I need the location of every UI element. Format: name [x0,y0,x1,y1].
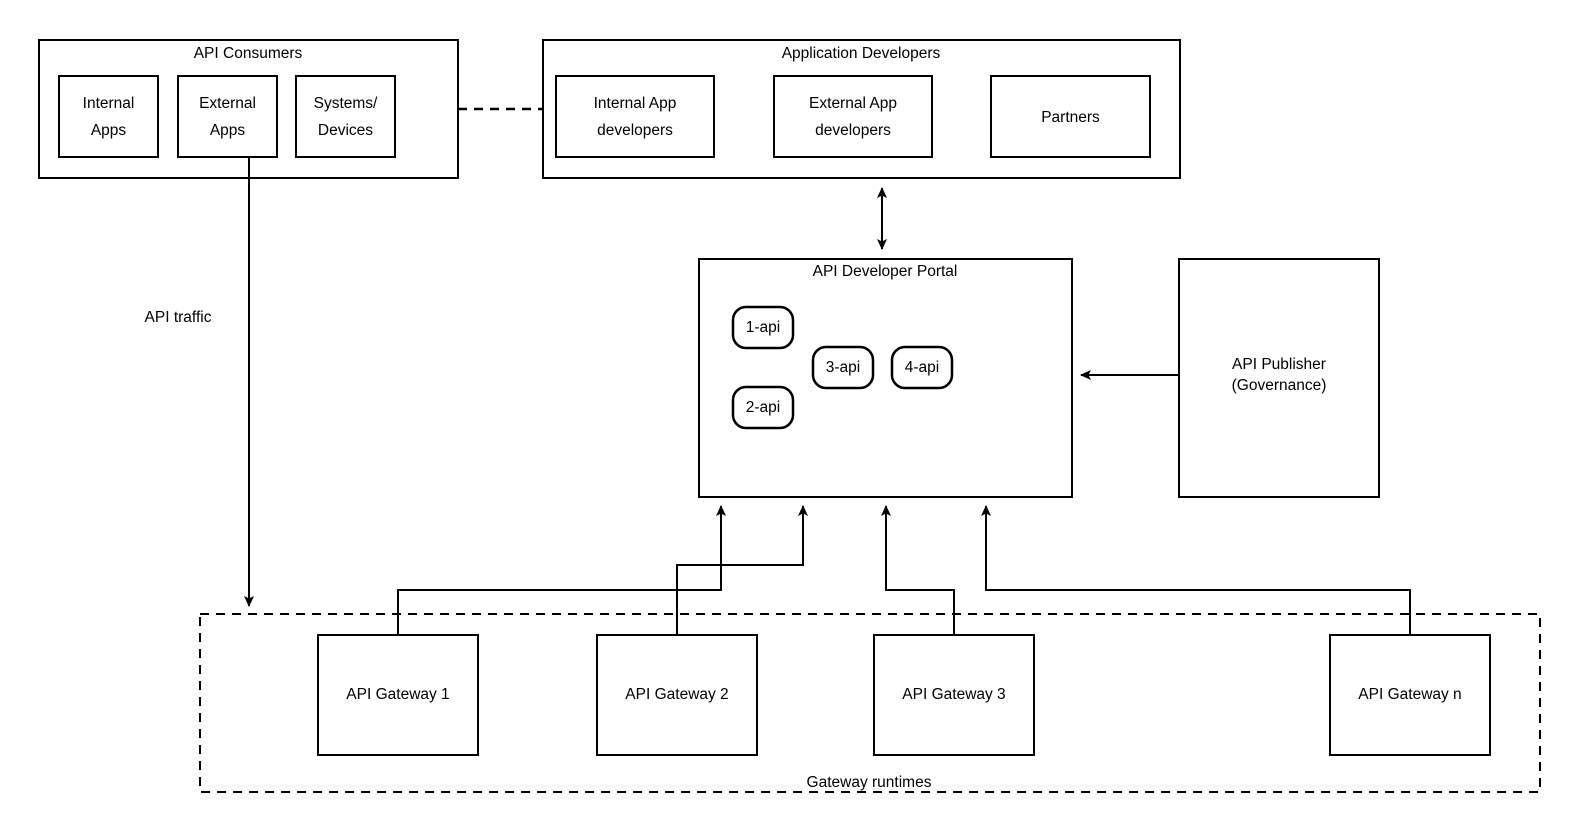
developer-box-internal-app-developers[interactable] [555,75,715,158]
gateway-3-label: API Gateway 3 [902,686,1005,703]
diagram-canvas: API Consumers Internal Apps External App… [0,0,1580,840]
consumer-external-apps-label-line2: Apps [210,122,246,139]
developer-external-label-line1: External App [809,95,897,112]
developer-box-external-app-developers[interactable] [773,75,933,158]
group-application-developers[interactable]: Application Developers Internal App deve… [542,39,1181,179]
group-gateway-runtimes[interactable]: Gateway runtimes API Gateway 1 API Gatew… [199,613,1541,793]
api-developer-portal-container[interactable] [698,258,1073,498]
group-api-publisher[interactable]: API Publisher (Governance) [1178,258,1380,498]
gateway-2-label: API Gateway 2 [625,686,728,703]
gateway-runtimes-label: Gateway runtimes [807,774,932,791]
api-publisher-label-line2: (Governance) [1232,377,1327,394]
developer-internal-label-line2: developers [597,122,673,139]
consumer-box-external-apps[interactable] [177,75,278,158]
consumer-systems-devices-label-line2: Devices [318,122,373,139]
api-traffic-label: API traffic [145,309,212,326]
developer-internal-label-line1: Internal App [594,95,677,112]
consumer-external-apps-label-line1: External [199,95,256,112]
developer-external-label-line2: developers [815,122,891,139]
api-publisher-label-line1: API Publisher [1232,356,1326,373]
developer-partners-label: Partners [1041,109,1100,126]
api-consumers-title: API Consumers [194,45,303,62]
connector-gatewayn-to-portal [981,505,1411,635]
consumer-box-internal-apps[interactable] [58,75,159,158]
connector-gateway3-to-portal [881,505,955,635]
consumer-internal-apps-label-line1: Internal [83,95,135,112]
api-node-4-label: 4-api [905,359,939,376]
consumer-box-systems-devices[interactable] [295,75,396,158]
gateway-n-label: API Gateway n [1358,686,1461,703]
connector-gateway2-to-portal [676,505,808,635]
api-node-3-label: 3-api [826,359,860,376]
api-developer-portal-title: API Developer Portal [813,263,958,280]
consumer-internal-apps-label-line2: Apps [91,122,127,139]
consumer-systems-devices-label-line1: Systems/ [314,95,378,112]
api-node-2-label: 2-api [746,399,780,416]
architecture-diagram: API Consumers Internal Apps External App… [38,39,1541,793]
connector-gateway1-to-portal [397,505,726,635]
group-api-developer-portal[interactable]: API Developer Portal 1-api 2-api 3-api 4… [698,258,1073,498]
api-node-1-label: 1-api [746,319,780,336]
application-developers-title: Application Developers [782,45,941,62]
gateway-1-label: API Gateway 1 [346,686,449,703]
